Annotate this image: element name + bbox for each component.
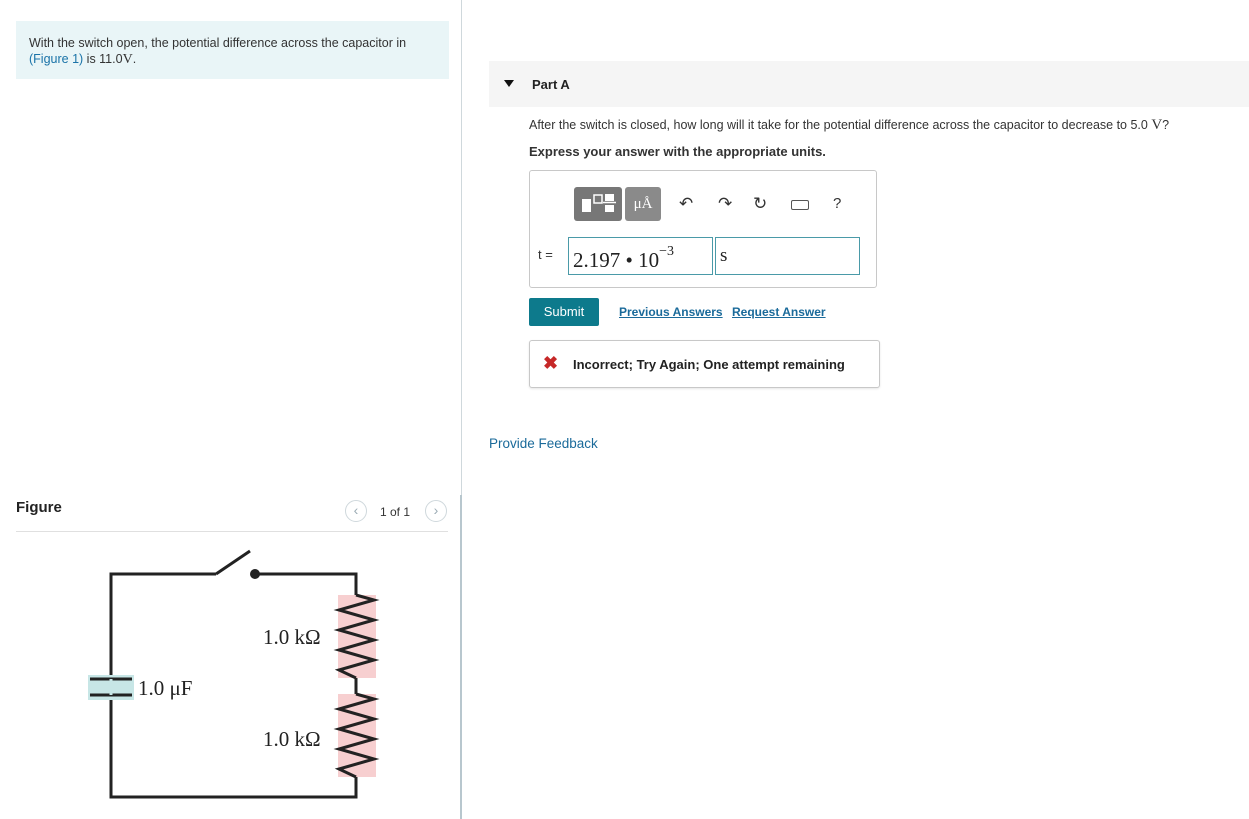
figure-link[interactable]: (Figure 1) — [29, 52, 83, 66]
wire-right-top — [255, 572, 358, 595]
prev-figure-button[interactable]: ‹ — [345, 500, 367, 522]
answer-mantissa: 2.197 • 10 — [573, 248, 660, 272]
question-text: After the switch is closed, how long wil… — [529, 117, 1169, 134]
request-answer-link[interactable]: Request Answer — [732, 305, 826, 319]
question-unit: V — [1151, 117, 1163, 133]
intro-text-mid: is 11.0 — [83, 52, 123, 66]
next-figure-button[interactable]: › — [425, 500, 447, 522]
collapse-caret-icon[interactable] — [504, 80, 514, 87]
provide-feedback-link[interactable]: Provide Feedback — [489, 436, 598, 451]
redo-icon[interactable]: ↷ — [718, 194, 732, 214]
keyboard-icon[interactable] — [791, 200, 809, 210]
resistor-bottom-label: 1.0 kΩ — [263, 727, 321, 751]
submit-button[interactable]: Submit — [529, 298, 599, 326]
templates-button[interactable] — [574, 187, 622, 221]
resistor-top-label: 1.0 kΩ — [263, 625, 321, 649]
intro-unit: V — [122, 52, 133, 67]
switch-blade — [215, 549, 251, 576]
result-message: Incorrect; Try Again; One attempt remain… — [573, 357, 845, 372]
answer-instruction: Express your answer with the appropriate… — [529, 144, 826, 159]
figure-pager-text: 1 of 1 — [380, 505, 411, 519]
answer-variable-label: t = — [538, 247, 553, 262]
undo-icon[interactable]: ↶ — [679, 194, 693, 214]
previous-answers-link[interactable]: Previous Answers — [619, 305, 723, 319]
reset-icon[interactable]: ↻ — [753, 194, 767, 214]
intro-text-end: . — [132, 52, 137, 66]
answer-exponent: −3 — [659, 244, 675, 259]
figure-title: Figure — [16, 499, 62, 516]
problem-intro: With the switch open, the potential diff… — [16, 21, 449, 79]
part-title: Part A — [532, 77, 570, 92]
figure-divider — [16, 531, 448, 532]
intro-text: With the switch open, the potential diff… — [29, 36, 407, 50]
circuit-diagram: 1.0 kΩ 1.0 kΩ 1.0 μF — [88, 549, 380, 799]
answer-unit-field[interactable]: s — [715, 237, 860, 275]
column-divider-accent — [460, 495, 462, 819]
units-button[interactable]: μÅ — [625, 187, 661, 221]
question-end: ? — [1162, 118, 1170, 132]
part-a-header[interactable] — [489, 61, 1249, 107]
help-button[interactable]: ? — [833, 195, 841, 212]
capacitor-label: 1.0 μF — [138, 676, 192, 700]
templates-icon — [582, 194, 616, 212]
question-body: After the switch is closed, how long wil… — [529, 118, 1152, 132]
answer-value-field[interactable]: 2.197 • 10−3 — [568, 237, 713, 275]
incorrect-x-icon: ✖ — [543, 353, 559, 373]
